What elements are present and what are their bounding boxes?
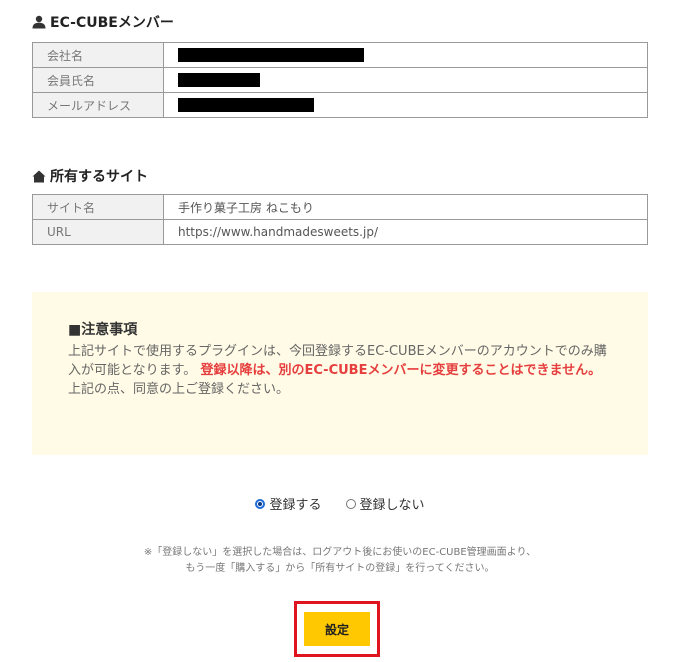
url-value: https://www.handmadesweets.jp/ bbox=[163, 219, 648, 245]
site-name-value: 手作り菓子工房 ねこもり bbox=[163, 194, 648, 220]
note-line-1: ※「登録しない」を選択した場合は、ログアウト後にお使いのEC-CUBE管理画面よ… bbox=[143, 547, 537, 558]
site-section-heading: 所有するサイト bbox=[50, 169, 148, 185]
radio-unselected-icon[interactable] bbox=[345, 498, 356, 509]
email-value bbox=[163, 92, 648, 118]
url-label: URL bbox=[32, 219, 164, 245]
do-not-register-radio-label: 登録しない bbox=[359, 498, 425, 513]
register-radio[interactable]: 登録する bbox=[255, 494, 322, 513]
notice-title: ■注意事項 bbox=[68, 322, 138, 338]
register-radio-label: 登録する bbox=[269, 498, 322, 513]
do-not-register-radio[interactable]: 登録しない bbox=[345, 494, 425, 513]
site-section-title: 所有するサイト bbox=[32, 166, 148, 186]
notice-warning: 登録以降は、別のEC-CUBEメンバーに変更することはできません。 bbox=[200, 363, 602, 378]
notice-agree-text: 上記の点、同意の上ご登録ください。 bbox=[68, 382, 290, 397]
redaction-bar bbox=[178, 73, 260, 88]
table-row: 会員氏名 bbox=[32, 67, 648, 93]
person-icon bbox=[32, 15, 46, 29]
member-name-label: 会員氏名 bbox=[32, 67, 164, 93]
member-section-heading: EC-CUBEメンバー bbox=[50, 15, 174, 31]
table-row: 会社名 bbox=[32, 42, 648, 68]
table-row: メールアドレス bbox=[32, 92, 648, 118]
registration-note: ※「登録しない」を選択した場合は、ログアウト後にお使いのEC-CUBE管理画面よ… bbox=[0, 545, 680, 577]
notice-body: 上記サイトで使用するプラグインは、今回登録するEC-CUBEメンバーのアカウント… bbox=[68, 342, 613, 399]
company-name-label: 会社名 bbox=[32, 42, 164, 68]
redaction-bar bbox=[178, 98, 314, 113]
registration-radio-group: 登録する 登録しない bbox=[0, 494, 680, 513]
site-table: サイト名 手作り菓子工房 ねこもり URL https://www.handma… bbox=[32, 194, 648, 245]
member-table: 会社名 会員氏名 メールアドレス bbox=[32, 42, 648, 118]
member-name-value bbox=[163, 67, 648, 93]
email-label: メールアドレス bbox=[32, 92, 164, 118]
site-name-label: サイト名 bbox=[32, 194, 164, 220]
table-row: URL https://www.handmadesweets.jp/ bbox=[32, 219, 648, 245]
radio-selected-icon[interactable] bbox=[255, 498, 266, 509]
table-row: サイト名 手作り菓子工房 ねこもり bbox=[32, 194, 648, 220]
submit-button[interactable]: 設定 bbox=[304, 612, 370, 646]
home-icon bbox=[32, 170, 46, 183]
submit-highlight-frame: 設定 bbox=[294, 601, 380, 657]
company-name-value bbox=[163, 42, 648, 68]
member-section-title: EC-CUBEメンバー bbox=[32, 12, 174, 32]
notice-box: ■注意事項 上記サイトで使用するプラグインは、今回登録するEC-CUBEメンバー… bbox=[32, 292, 648, 455]
note-line-2: もう一度「購入する」から「所有サイトの登録」を行ってください。 bbox=[185, 563, 495, 574]
redaction-bar bbox=[178, 48, 364, 63]
